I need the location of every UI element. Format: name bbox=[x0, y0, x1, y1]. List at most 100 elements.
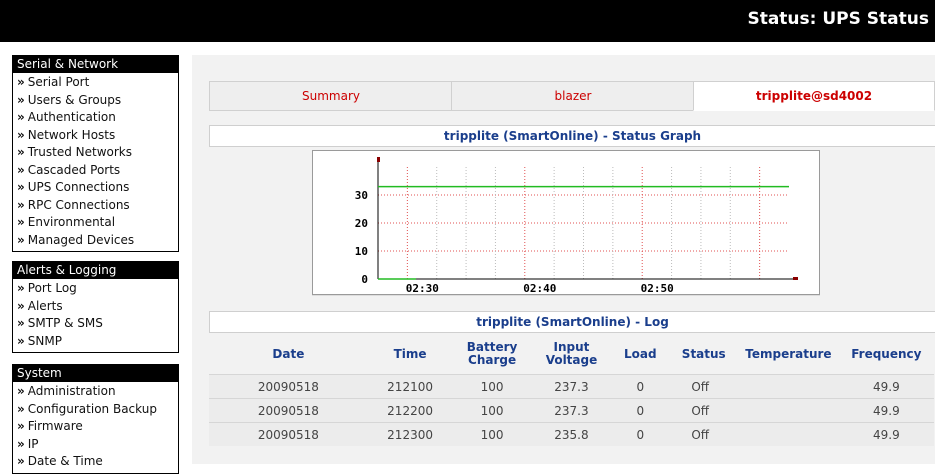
y-tick-label: 30 bbox=[355, 189, 368, 202]
chevron-right-icon: » bbox=[17, 180, 25, 194]
column-header-text: Voltage bbox=[545, 353, 598, 367]
sidebar-item-trusted-networks[interactable]: » Trusted Networks bbox=[13, 144, 178, 162]
chevron-right-icon: » bbox=[17, 384, 25, 398]
sidebar-item-label: SMTP & SMS bbox=[27, 316, 103, 330]
table-row: 20090518 212100 100 237.3 0 Off 49.9 bbox=[209, 374, 934, 399]
chevron-right-icon: » bbox=[17, 436, 25, 451]
table-cell-temperature bbox=[738, 398, 839, 423]
sidebar-item-label: Cascaded Ports bbox=[27, 162, 121, 177]
log-table: Date Time Battery Charge Input Voltage Load Sta… bbox=[209, 334, 934, 446]
tab-bar: Summary blazer tripplite@sd4002 bbox=[209, 81, 935, 111]
sidebar-item-rpc-connections[interactable]: » RPC Connections bbox=[13, 197, 178, 215]
table-cell-battery-charge: 100 bbox=[452, 422, 532, 446]
tab-summary[interactable]: Summary bbox=[209, 81, 453, 111]
sidebar-item-firmware[interactable]: » Firmware bbox=[13, 418, 178, 436]
column-header-text: Temperature bbox=[745, 346, 832, 361]
table-cell-date: 20090518 bbox=[209, 398, 368, 423]
sidebar-item-authentication[interactable]: » Authentication bbox=[13, 109, 178, 127]
sidebar-item-label: RPC Connections bbox=[27, 197, 130, 212]
sidebar-item-configuration-backup[interactable]: » Configuration Backup bbox=[13, 401, 178, 419]
sidebar-item-label: Serial Port bbox=[27, 75, 90, 89]
table-cell-time: 212300 bbox=[367, 422, 453, 446]
sidebar-item-managed-devices[interactable]: » Managed Devices bbox=[13, 232, 178, 250]
table-cell-time: 212200 bbox=[367, 398, 453, 423]
page-title: Status: UPS Status bbox=[747, 9, 929, 29]
y-tick-label: 0 bbox=[361, 273, 368, 286]
sidebar-group-title: System bbox=[13, 365, 178, 382]
table-cell-input-voltage: 235.8 bbox=[531, 422, 612, 446]
top-header: Status: UPS Status bbox=[0, 0, 935, 42]
table-cell-date: 20090518 bbox=[209, 422, 368, 446]
sidebar-item-date-and-time[interactable]: » Date & Time bbox=[13, 453, 178, 471]
sidebar-item-snmp[interactable]: » SNMP bbox=[13, 333, 178, 351]
column-header-frequency: Frequency bbox=[839, 334, 934, 375]
table-cell-frequency: 49.9 bbox=[838, 422, 934, 446]
chevron-right-icon: » bbox=[17, 298, 25, 313]
column-header-date: Date bbox=[209, 334, 368, 375]
sidebar-group-title: Alerts & Logging bbox=[13, 262, 178, 279]
sidebar-item-label: Configuration Backup bbox=[27, 401, 157, 416]
x-axis-arrow bbox=[793, 277, 798, 280]
sidebar-item-cascaded-ports[interactable]: » Cascaded Ports bbox=[13, 162, 178, 180]
sidebar-item-network-hosts[interactable]: » Network Hosts bbox=[13, 127, 178, 145]
y-tick-label: 20 bbox=[355, 217, 368, 230]
sidebar-group-serial-network: Serial & Network » Serial Port» Users & Gr… bbox=[12, 55, 179, 252]
column-header-text: Load bbox=[623, 346, 657, 361]
chevron-right-icon: » bbox=[17, 333, 25, 348]
status-graph-svg: 0 10 20 30 02:30 02:40 02:50 bbox=[355, 157, 798, 294]
sidebar-item-label: Administration bbox=[27, 384, 116, 398]
tab-blazer[interactable]: blazer bbox=[451, 81, 695, 111]
sidebar-item-users-and-groups[interactable]: » Users & Groups bbox=[13, 92, 178, 110]
table-cell-load: 0 bbox=[611, 374, 670, 399]
sidebar-item-label: Alerts bbox=[27, 298, 63, 313]
sidebar-item-ip[interactable]: » IP bbox=[13, 436, 178, 454]
table-cell-status: Off bbox=[669, 422, 739, 446]
column-header-text: Date bbox=[272, 346, 305, 361]
sidebar-item-environmental[interactable]: » Environmental bbox=[13, 214, 178, 232]
column-header-text: Frequency bbox=[851, 346, 922, 361]
column-header-text: Status bbox=[681, 346, 726, 361]
sidebar-item-label: Network Hosts bbox=[27, 127, 116, 142]
sidebar-item-label: Firmware bbox=[27, 419, 83, 433]
table-row: 20090518 212300 100 235.8 0 Off 49.9 bbox=[209, 422, 934, 446]
sidebar-group-alerts-logging: Alerts & Logging » Port Log» Alerts» SMTP &… bbox=[12, 261, 179, 353]
table-cell-input-voltage: 237.3 bbox=[531, 398, 612, 423]
table-cell-temperature bbox=[738, 374, 839, 399]
sidebar-item-label: Authentication bbox=[27, 110, 116, 124]
chevron-right-icon: » bbox=[17, 197, 25, 212]
table-cell-temperature bbox=[738, 422, 839, 446]
sidebar-item-serial-port[interactable]: » Serial Port bbox=[13, 74, 178, 92]
sidebar-item-alerts[interactable]: » Alerts bbox=[13, 298, 178, 316]
sidebar-item-port-log[interactable]: » Port Log bbox=[13, 280, 178, 298]
sidebar-item-label: Environmental bbox=[27, 215, 116, 229]
sidebar-item-label: Port Log bbox=[27, 281, 77, 295]
chevron-right-icon: » bbox=[17, 419, 25, 433]
chevron-right-icon: » bbox=[17, 145, 25, 159]
table-cell-frequency: 49.9 bbox=[838, 398, 934, 423]
column-header-status: Status bbox=[669, 334, 738, 375]
table-cell-status: Off bbox=[669, 398, 739, 423]
sidebar-item-administration[interactable]: » Administration bbox=[13, 383, 178, 401]
y-axis-arrow bbox=[377, 157, 380, 162]
sidebar-item-label: Trusted Networks bbox=[27, 145, 132, 159]
chevron-right-icon: » bbox=[17, 401, 25, 416]
chevron-right-icon: » bbox=[17, 316, 25, 330]
column-header-input-voltage: Input Voltage bbox=[532, 334, 611, 375]
table-cell-status: Off bbox=[669, 374, 739, 399]
sidebar-item-ups-connections[interactable]: » UPS Connections bbox=[13, 179, 178, 197]
chevron-right-icon: » bbox=[17, 127, 25, 142]
y-tick-label: 10 bbox=[355, 245, 368, 258]
chevron-right-icon: » bbox=[17, 232, 25, 247]
sidebar-group-title: Serial & Network bbox=[13, 56, 178, 73]
sidebar-item-label: Date & Time bbox=[27, 454, 103, 468]
status-graph-title: tripplite (SmartOnline) - Status Graph bbox=[209, 125, 935, 147]
table-row: 20090518 212200 100 237.3 0 Off 49.9 bbox=[209, 398, 934, 423]
tab-tripplite[interactable]: tripplite@sd4002 bbox=[693, 81, 935, 111]
column-header-load: Load bbox=[611, 334, 669, 375]
status-graph: 0 10 20 30 02:30 02:40 02:50 bbox=[312, 150, 820, 295]
table-cell-date: 20090518 bbox=[209, 374, 368, 399]
x-tick-label: 02:50 bbox=[641, 282, 674, 294]
chevron-right-icon: » bbox=[17, 75, 25, 89]
sidebar-item-smtp-and-sms[interactable]: » SMTP & SMS bbox=[13, 315, 178, 333]
chevron-right-icon: » bbox=[17, 454, 25, 468]
